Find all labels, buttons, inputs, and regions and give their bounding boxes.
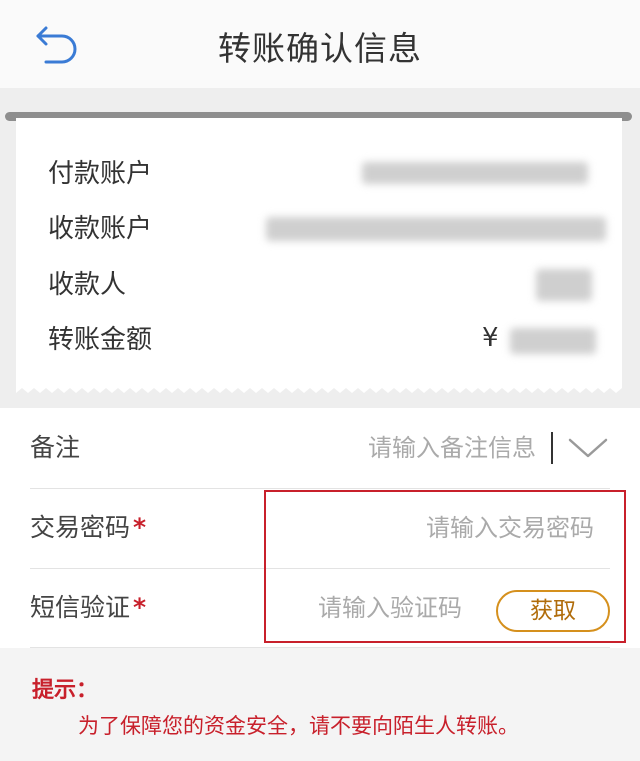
tips-title: 提示： — [32, 678, 99, 703]
receipt-row-payee-account: 收款账户 — [48, 209, 622, 249]
masked-value — [266, 217, 606, 241]
page-title: 转账确认信息 — [218, 29, 422, 68]
masked-value — [510, 328, 596, 354]
chevron-down-icon[interactable] — [566, 432, 610, 462]
remark-row: 备注 请输入备注信息 — [0, 408, 640, 488]
masked-value — [536, 269, 592, 301]
receipt-label: 转账金额 — [48, 325, 153, 355]
required-mark: * — [133, 593, 147, 622]
trade-password-label: 交易密码 * — [30, 513, 147, 542]
receipt-label: 收款账户 — [48, 214, 153, 244]
remark-label: 备注 — [30, 433, 81, 462]
receipt-zigzag-edge — [16, 380, 622, 393]
receipt-area: 付款账户 收款账户 收款人 转账金额 ¥ — [0, 88, 640, 408]
currency-symbol: ¥ — [482, 323, 499, 353]
tips-section: 提示： 为了保障您的资金安全，请不要向陌生人转账。 — [0, 648, 640, 761]
receipt-label: 付款账户 — [48, 159, 153, 189]
highlight-box — [264, 490, 626, 643]
masked-value — [362, 162, 588, 184]
receipt-row-amount: 转账金额 ¥ — [48, 320, 622, 360]
receipt-row-payee-name: 收款人 — [48, 265, 622, 305]
tips-text: 为了保障您的资金安全，请不要向陌生人转账。 — [78, 714, 519, 738]
required-mark: * — [133, 513, 147, 542]
receipt-card: 付款账户 收款账户 收款人 转账金额 ¥ — [16, 118, 622, 388]
text-cursor — [551, 432, 553, 464]
header-bar: 转账确认信息 — [0, 0, 640, 88]
receipt-row-payer-account: 付款账户 — [48, 154, 622, 194]
remark-input[interactable]: 请输入备注信息 — [368, 430, 536, 466]
receipt-label: 收款人 — [48, 270, 127, 300]
sms-verify-label: 短信验证 * — [30, 593, 147, 622]
